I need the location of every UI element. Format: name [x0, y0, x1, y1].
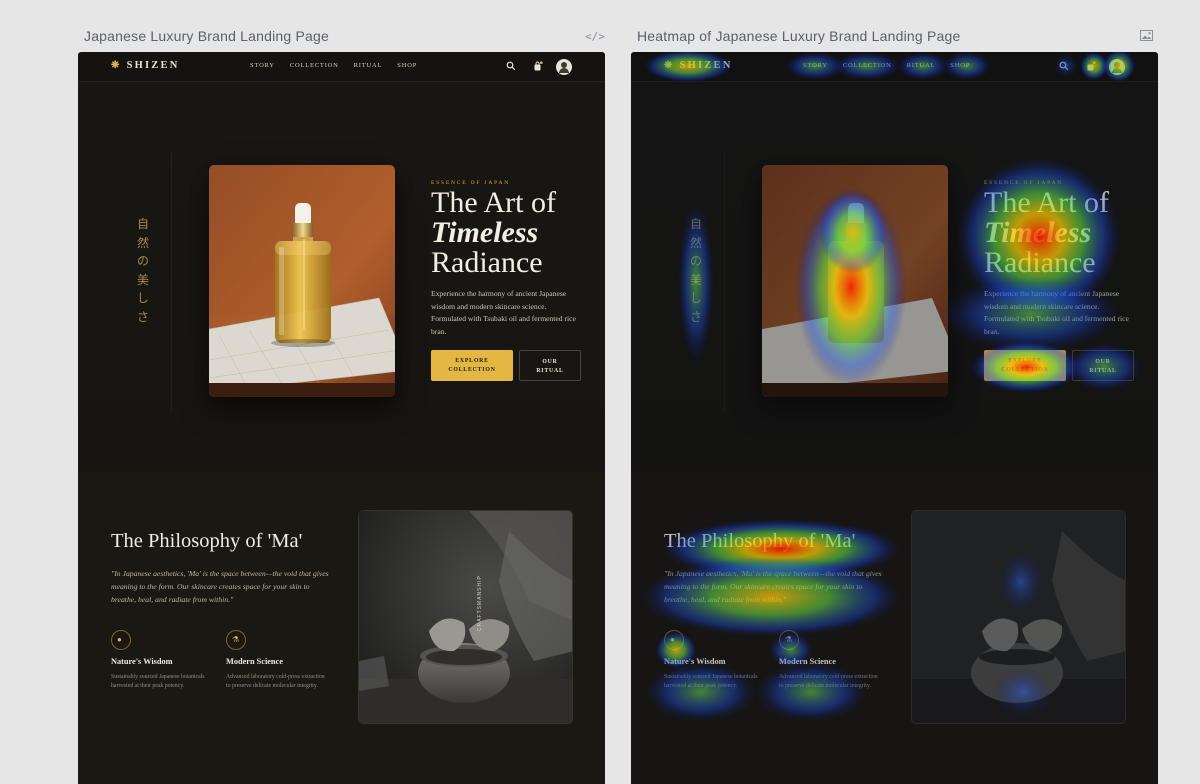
our-ritual-button: OUR RITUAL	[1072, 350, 1134, 381]
leaf-icon: ●	[664, 630, 684, 650]
shopping-bag-icon	[1087, 61, 1096, 71]
leaf-icon: ●	[111, 630, 131, 650]
logo-mark-icon: ❋	[664, 60, 675, 71]
vertical-japanese-text: 自然の美しさ	[689, 217, 702, 324]
philosophy-quote: "In Japanese aesthetics, 'Ma' is the spa…	[664, 569, 882, 604]
hero-title-line-1: The Art of	[984, 186, 1109, 219]
nav-story[interactable]: STORY	[250, 62, 275, 69]
svg-text:CRAFTSMANSHIP: CRAFTSMANSHIP	[477, 575, 483, 631]
hero-title-line-3: Radiance	[431, 246, 543, 279]
nav-shop: SHOP	[950, 62, 971, 69]
nav-story: STORY	[803, 62, 828, 69]
flask-icon: ⚗	[779, 630, 799, 650]
image-icon[interactable]	[1140, 30, 1153, 41]
feature-title: Nature's Wisdom	[111, 657, 173, 666]
landing-page-preview: ❋ SHIZEN STORY COLLECTION RITUAL SHOP 自然の…	[78, 52, 605, 784]
feature-title: Modern Science	[779, 657, 836, 666]
feature-description: Sustainably sourced Japanese botanicals …	[664, 674, 758, 689]
philosophy-title: The Philosophy of 'Ma'	[664, 530, 856, 552]
philosophy-image: CRAFTSMANSHIP	[358, 510, 573, 724]
nav-shop[interactable]: SHOP	[397, 62, 417, 69]
hero-title: The Art of Timeless Radiance	[431, 188, 556, 278]
top-nav-heatmap: ❋ SHIZEN STORY COLLECTION RITUAL SHOP	[631, 52, 1158, 82]
nav-collection: COLLECTION	[842, 62, 892, 69]
ritual-button-line-1: OUR	[542, 359, 558, 365]
philosophy-title: The Philosophy of 'Ma'	[111, 530, 303, 552]
avatar	[1109, 59, 1125, 75]
left-panel-title: Japanese Luxury Brand Landing Page	[84, 28, 329, 44]
explore-collection-button[interactable]: EXPLORE COLLECTION	[431, 350, 513, 381]
divider	[724, 152, 725, 412]
hero-title-line-1: The Art of	[431, 186, 556, 219]
top-nav: ❋ SHIZEN STORY COLLECTION RITUAL SHOP	[78, 52, 605, 82]
search-icon[interactable]	[506, 61, 516, 71]
code-icon[interactable]: </>	[585, 30, 605, 43]
feature-description: Advanced laboratory cold-press extractio…	[779, 674, 878, 689]
hero-title-line-3: Radiance	[984, 246, 1096, 279]
hero-title-line-2: Timeless	[431, 216, 539, 249]
logo-mark-icon: ❋	[111, 60, 122, 71]
brand-name: SHIZEN	[679, 60, 733, 71]
nav-ritual[interactable]: RITUAL	[354, 62, 383, 69]
divider	[171, 152, 172, 412]
hero-product-image	[209, 165, 395, 397]
feature-description: Sustainably sourced Japanese botanicals …	[111, 674, 205, 689]
flask-icon: ⚗	[226, 630, 246, 650]
brand-name: SHIZEN	[126, 60, 180, 71]
philosophy-quote: "In Japanese aesthetics, 'Ma' is the spa…	[111, 569, 329, 604]
hero-description: Experience the harmony of ancient Japane…	[984, 289, 1129, 336]
feature-description: Advanced laboratory cold-press extractio…	[226, 674, 325, 689]
ritual-button-line-2: RITUAL	[1089, 367, 1117, 374]
explore-collection-button: EXPLORE COLLECTION	[984, 350, 1066, 381]
feature-title: Nature's Wisdom	[664, 657, 726, 666]
ritual-button-line-2: RITUAL	[536, 367, 564, 374]
shopping-bag-icon[interactable]	[533, 61, 543, 71]
vertical-japanese-text: 自然の美しさ	[136, 217, 149, 324]
philosophy-image	[911, 510, 1126, 724]
hero-description: Experience the harmony of ancient Japane…	[431, 289, 576, 336]
explore-button-line-2: COLLECTION	[448, 366, 496, 373]
hero-title: The Art of Timeless Radiance	[984, 188, 1109, 278]
explore-button-line-1: EXPLORE	[1008, 358, 1042, 364]
ritual-button-line-1: OUR	[1095, 359, 1111, 365]
brand-logo-heatmap: ❋ SHIZEN	[664, 60, 732, 71]
hero-product-image	[762, 165, 948, 397]
brand-logo[interactable]: ❋ SHIZEN	[111, 60, 179, 71]
feature-title: Modern Science	[226, 657, 283, 666]
nav-ritual: RITUAL	[906, 62, 936, 69]
avatar[interactable]	[556, 59, 572, 75]
search-icon	[1059, 61, 1069, 71]
nav-collection[interactable]: COLLECTION	[290, 62, 339, 69]
hero-title-line-2: Timeless	[984, 216, 1092, 249]
right-panel-title: Heatmap of Japanese Luxury Brand Landing…	[637, 28, 961, 44]
heatmap-preview: ❋ SHIZEN STORY COLLECTION RITUAL SHOP 自然の…	[631, 52, 1158, 784]
explore-button-line-1: EXPLORE	[455, 358, 489, 364]
our-ritual-button[interactable]: OUR RITUAL	[519, 350, 581, 381]
explore-button-line-2: COLLECTION	[1001, 366, 1049, 373]
